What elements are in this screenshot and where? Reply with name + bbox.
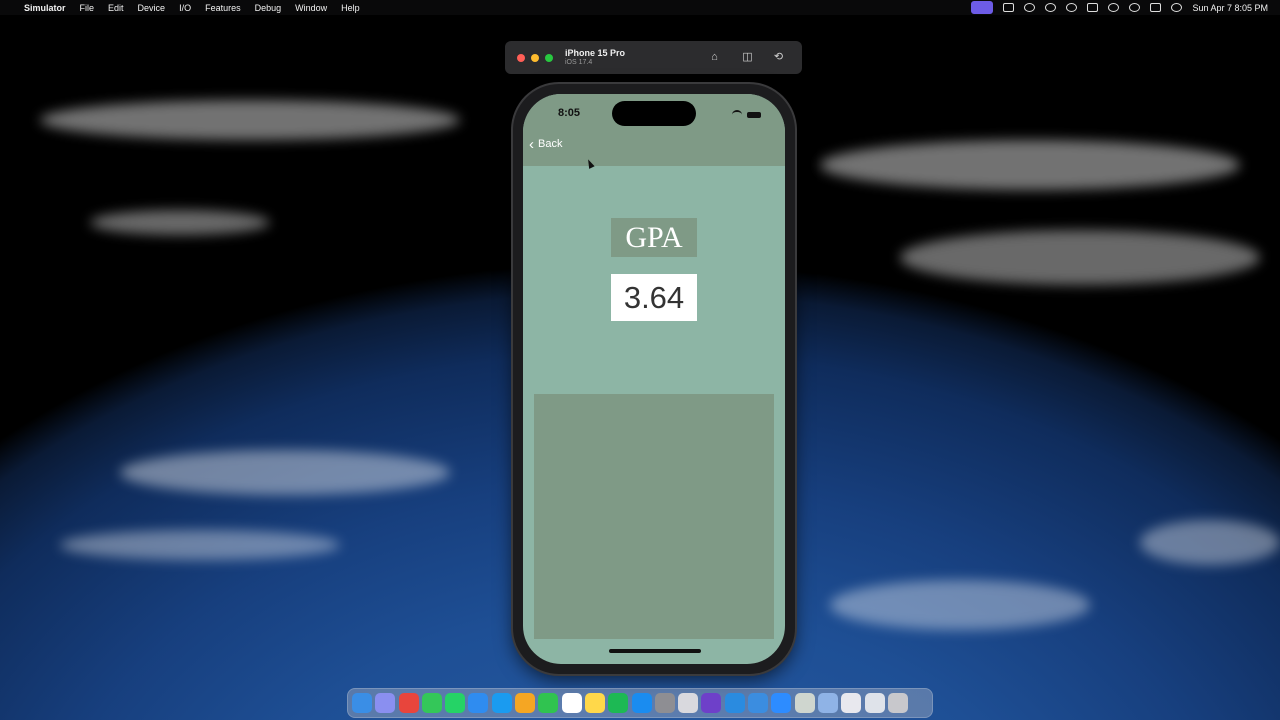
zoom-window-button[interactable]: [545, 54, 553, 62]
minimize-window-button[interactable]: [531, 54, 539, 62]
simulator-title-bar[interactable]: iPhone 15 Pro iOS 17.4 ⌂ ◫ ⟲: [505, 41, 802, 74]
wifi-icon[interactable]: [1108, 3, 1120, 12]
battery-icon: [747, 111, 761, 118]
zoom-icon[interactable]: [771, 693, 792, 713]
cloud: [60, 530, 340, 560]
finder-icon[interactable]: [352, 693, 372, 713]
siri-icon[interactable]: [1171, 3, 1183, 12]
phone-screen: 8:05 ‹ Back GPA 3.64: [523, 94, 785, 664]
window-icon[interactable]: [864, 693, 885, 713]
trash-icon[interactable]: [887, 693, 908, 713]
home-indicator[interactable]: [609, 649, 701, 653]
cloud: [40, 100, 460, 140]
wifi-icon: [732, 110, 742, 119]
chevron-left-icon: ‹: [529, 135, 534, 153]
gpa-value: 3.64: [611, 274, 697, 321]
photos-icon[interactable]: [515, 693, 536, 713]
facetime-icon[interactable]: [538, 693, 559, 713]
play-icon[interactable]: [1066, 3, 1078, 12]
calendar-icon[interactable]: [561, 693, 582, 713]
creative-cloud-icon[interactable]: [1024, 3, 1036, 12]
system-settings-icon[interactable]: [654, 693, 675, 713]
preview-icon[interactable]: [678, 693, 699, 713]
chrome-icon[interactable]: [398, 693, 419, 713]
device-name: iPhone 15 Pro: [565, 48, 626, 58]
mail-icon[interactable]: [468, 693, 489, 713]
menu-device[interactable]: Device: [138, 3, 166, 13]
display-icon[interactable]: [1003, 3, 1015, 12]
control-center-icon[interactable]: [1150, 3, 1162, 12]
whatsapp-icon[interactable]: [445, 693, 466, 713]
menu-features[interactable]: Features: [205, 3, 241, 13]
cloud: [900, 230, 1260, 285]
menu-clock[interactable]: Sun Apr 7 8:05 PM: [1192, 3, 1268, 13]
messages-icon[interactable]: [421, 693, 442, 713]
close-window-button[interactable]: [517, 54, 525, 62]
dynamic-island: [612, 101, 696, 126]
menu-io[interactable]: I/O: [179, 3, 191, 13]
gpa-label: GPA: [611, 218, 697, 257]
screen-recording-icon[interactable]: [971, 1, 994, 14]
back-label: Back: [538, 138, 563, 150]
notes-icon[interactable]: [584, 693, 605, 713]
screenshot-icon[interactable]: ◫: [741, 51, 754, 63]
spotify-icon[interactable]: [608, 693, 629, 713]
cloud: [90, 210, 270, 235]
menu-help[interactable]: Help: [341, 3, 360, 13]
status-time: 8:05: [558, 107, 581, 119]
cloud: [1140, 520, 1280, 565]
app-menu[interactable]: Simulator: [24, 3, 66, 13]
xcode-icon[interactable]: [748, 693, 769, 713]
menu-edit[interactable]: Edit: [108, 3, 124, 13]
safari-icon[interactable]: [491, 693, 512, 713]
vscode-icon[interactable]: [724, 693, 745, 713]
status-indicators: [732, 110, 761, 119]
rotate-icon[interactable]: ⟲: [772, 51, 785, 63]
menu-bar: Simulator File Edit Device I/O Features …: [0, 0, 1280, 15]
content-panel: [534, 394, 774, 639]
menu-file[interactable]: File: [80, 3, 95, 13]
status-app-icon[interactable]: [1045, 3, 1057, 12]
github-icon[interactable]: [701, 693, 722, 713]
menu-debug[interactable]: Debug: [255, 3, 282, 13]
dock: [347, 688, 933, 718]
folder-icon[interactable]: [817, 693, 838, 713]
battery-icon[interactable]: [1087, 3, 1099, 12]
launchpad-icon[interactable]: [375, 693, 396, 713]
home-icon[interactable]: ⌂: [708, 51, 721, 63]
cloud: [120, 450, 450, 495]
back-button[interactable]: ‹ Back: [529, 135, 563, 153]
document-icon[interactable]: [794, 693, 815, 713]
cloud: [820, 140, 1240, 190]
cloud: [830, 580, 1090, 630]
screenshot-icon[interactable]: [841, 693, 862, 713]
menu-window[interactable]: Window: [295, 3, 327, 13]
os-version: iOS 17.4: [565, 59, 593, 66]
search-icon[interactable]: [1129, 3, 1141, 12]
iphone-frame: 8:05 ‹ Back GPA 3.64: [513, 84, 795, 674]
app-store-icon[interactable]: [631, 693, 652, 713]
